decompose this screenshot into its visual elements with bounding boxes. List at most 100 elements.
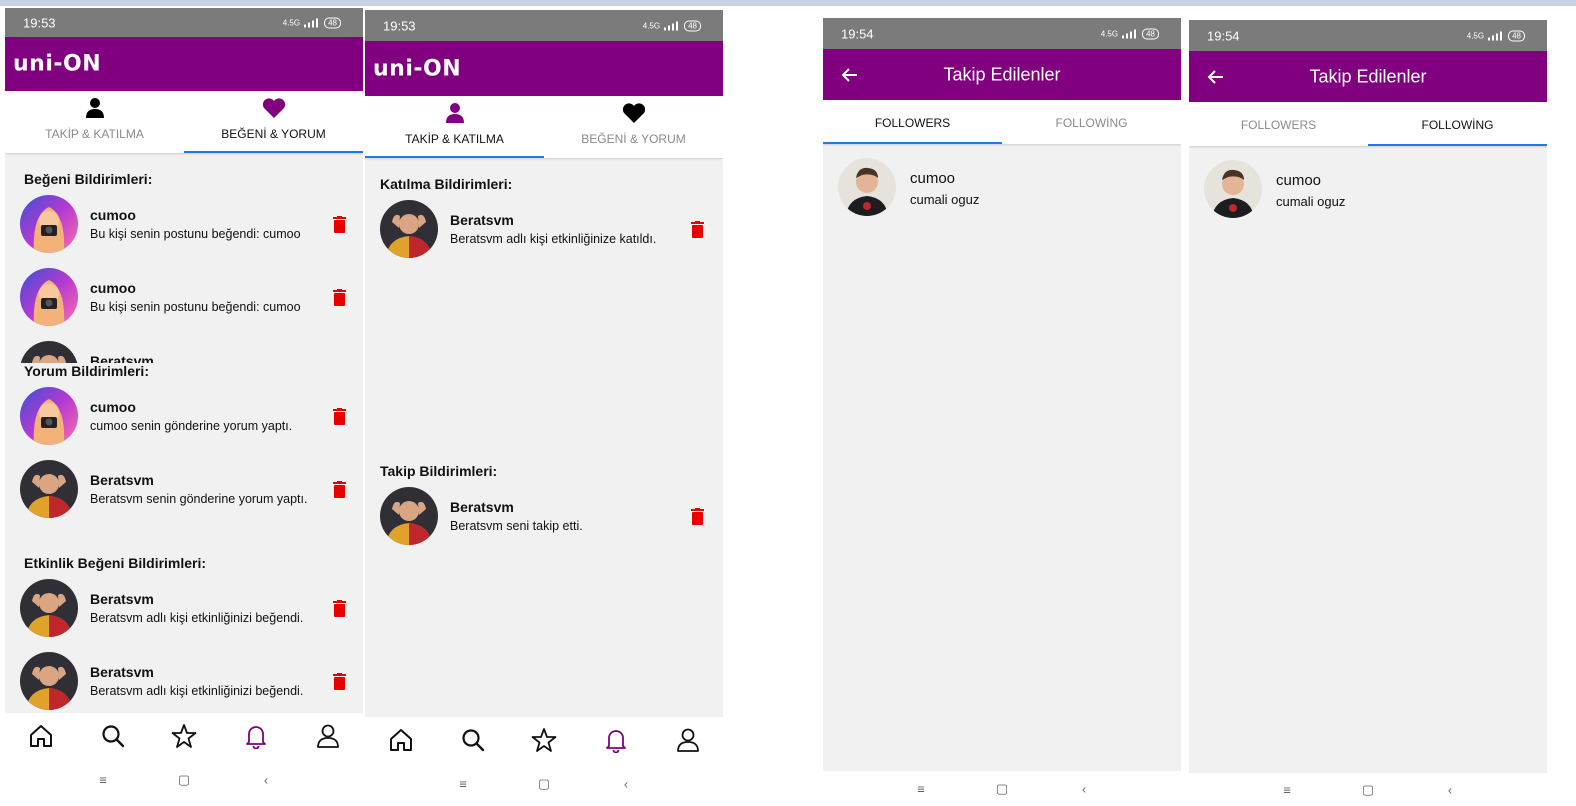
person-icon — [445, 103, 464, 123]
notification-item[interactable]: Beratsvm Beratsvm adlı kişi etkinliğiniz… — [380, 200, 710, 260]
network-label: 4.5G — [642, 21, 661, 30]
notification-message: Bu kişi senin postunu beğendi: cumoo — [90, 300, 301, 314]
notification-item[interactable]: cumoo Bu kişi senin postunu beğendi: cum… — [20, 195, 350, 255]
avatar — [20, 579, 78, 637]
delete-icon[interactable] — [333, 216, 346, 233]
tab-followers-label: FOLLOWERS — [1240, 118, 1317, 132]
notification-item[interactable]: cumoo Bu kişi senin postunu beğendi: cum… — [20, 268, 350, 328]
tab-like-comment-label: BEĞENİ & YORUM — [221, 127, 326, 141]
tab-like-comment-label: BEĞENİ & YORUM — [581, 132, 686, 146]
tab-indicator — [365, 156, 544, 158]
avatar — [20, 268, 78, 326]
notification-item[interactable]: Beratsvm Beratsvm adlı kişi etkinliğiniz… — [20, 579, 350, 639]
tab-indicator — [1189, 144, 1368, 146]
window-top-strip — [0, 0, 1576, 6]
delete-icon[interactable] — [333, 600, 346, 617]
notification-message: Beratsvm seni takip etti. — [450, 519, 583, 533]
back-button[interactable]: ‹ — [1082, 781, 1086, 796]
notification-message: Bu kişi senin postunu beğendi: cumoo — [90, 227, 301, 241]
notification-name: Beratsvm — [90, 591, 154, 607]
join-notifications-title: Katılma Bildirimleri: — [380, 176, 513, 192]
notification-name: cumoo — [90, 207, 136, 223]
person-icon — [85, 98, 104, 118]
home-icon[interactable] — [388, 727, 414, 753]
delete-icon[interactable] — [333, 289, 346, 306]
system-navigation: ≡ ▢ ‹ — [1189, 773, 1547, 806]
home-button[interactable]: ▢ — [996, 781, 1008, 797]
status-time: 19:53 — [23, 15, 56, 30]
home-button[interactable]: ▢ — [538, 776, 550, 792]
notification-item[interactable]: cumoo cumoo senin gönderine yorum yaptı. — [20, 387, 350, 447]
star-icon[interactable] — [171, 723, 197, 749]
heart-icon — [262, 98, 285, 118]
search-icon[interactable] — [460, 727, 486, 753]
status-icons: 4.5G 48 — [1101, 28, 1159, 39]
tab-indicator — [823, 142, 1002, 144]
delete-icon[interactable] — [691, 221, 704, 238]
avatar — [20, 195, 78, 253]
status-bar: 19:53 4.5G 48 — [365, 10, 723, 41]
home-icon[interactable] — [28, 723, 54, 749]
home-button[interactable]: ▢ — [1362, 782, 1374, 798]
menu-button[interactable]: ≡ — [1283, 782, 1291, 797]
avatar — [20, 341, 78, 363]
notification-message: Beratsvm senin gönderine yorum yaptı. — [90, 492, 308, 506]
notification-item[interactable]: Beratsvm Beratsvm adlı kişi etkinliğiniz… — [20, 652, 350, 712]
app-logo: uni-ON — [13, 51, 102, 77]
delete-icon[interactable] — [333, 481, 346, 498]
battery-icon: 48 — [324, 17, 341, 28]
tab-followers[interactable]: FOLLOWERS — [823, 100, 1002, 144]
delete-icon[interactable] — [333, 408, 346, 425]
star-icon[interactable] — [531, 727, 557, 753]
notification-tabs: TAKİP & KATILMA BEĞENİ & YORUM — [365, 96, 723, 158]
profile-icon[interactable] — [675, 727, 701, 753]
notification-item[interactable]: Beratsvm Beratsvm senin gönderine yorum … — [20, 460, 350, 520]
menu-button[interactable]: ≡ — [459, 777, 467, 792]
tab-following[interactable]: FOLLOWİNG — [1368, 102, 1547, 146]
user-list-item[interactable]: cumoo cumali oguz — [838, 158, 1168, 218]
back-button[interactable]: ‹ — [264, 773, 268, 788]
tab-follow-join[interactable]: TAKİP & KATILMA — [5, 91, 184, 153]
search-icon[interactable] — [100, 723, 126, 749]
avatar — [838, 158, 896, 216]
system-navigation: ≡ ▢ ‹ — [823, 771, 1181, 806]
home-button[interactable]: ▢ — [178, 772, 190, 788]
tab-following[interactable]: FOLLOWİNG — [1002, 100, 1181, 144]
phone-notifications-likes: 19:53 4.5G 48 uni-ON TAKİP & KATILMA BEĞ… — [5, 8, 363, 806]
delete-icon[interactable] — [333, 673, 346, 690]
tab-followers[interactable]: FOLLOWERS — [1189, 102, 1368, 146]
tab-following-label: FOLLOWİNG — [1421, 118, 1494, 132]
status-bar: 19:54 4.5G 48 — [823, 18, 1181, 49]
notification-message: Beratsvm adlı kişi etkinliğinizi beğendi… — [90, 684, 304, 698]
status-bar: 19:53 4.5G 48 — [5, 8, 363, 37]
status-icons: 4.5G 48 — [1467, 30, 1525, 41]
avatar — [20, 652, 78, 710]
notification-item-clipped: Beratsvm — [20, 341, 350, 363]
avatar — [20, 387, 78, 445]
app-logo: uni-ON — [373, 56, 462, 81]
tab-like-comment[interactable]: BEĞENİ & YORUM — [184, 91, 363, 153]
page-title: Takip Edilenler — [943, 64, 1061, 84]
bell-icon[interactable] — [603, 727, 629, 753]
tab-follow-join[interactable]: TAKİP & KATILMA — [365, 96, 544, 158]
delete-icon[interactable] — [691, 508, 704, 525]
notification-name: cumoo — [90, 280, 136, 296]
tab-like-comment[interactable]: BEĞENİ & YORUM — [544, 96, 723, 158]
system-navigation: ≡ ▢ ‹ — [365, 769, 723, 799]
back-button[interactable]: ‹ — [624, 777, 628, 792]
bottom-navigation: ≡ ▢ ‹ — [365, 717, 723, 806]
bell-icon[interactable] — [243, 723, 269, 749]
menu-button[interactable]: ≡ — [99, 773, 107, 788]
tab-followers-label: FOLLOWERS — [874, 116, 951, 130]
back-button[interactable]: ‹ — [1448, 782, 1452, 797]
profile-icon[interactable] — [315, 723, 341, 749]
menu-button[interactable]: ≡ — [917, 781, 925, 796]
notification-item[interactable]: Beratsvm Beratsvm seni takip etti. — [380, 487, 710, 547]
status-icons: 4.5G 48 — [643, 20, 701, 31]
notification-message: Beratsvm adlı kişi etkinliğinize katıldı… — [450, 232, 657, 246]
phone-notifications-follow: 19:53 4.5G 48 uni-ON TAKİP & KATILMA BEĞ… — [365, 10, 723, 806]
tab-following-label: FOLLOWİNG — [1055, 116, 1128, 130]
user-list-item[interactable]: cumoo cumali oguz — [1204, 160, 1534, 220]
signal-icon — [1122, 29, 1138, 38]
battery-icon: 48 — [1508, 30, 1525, 41]
